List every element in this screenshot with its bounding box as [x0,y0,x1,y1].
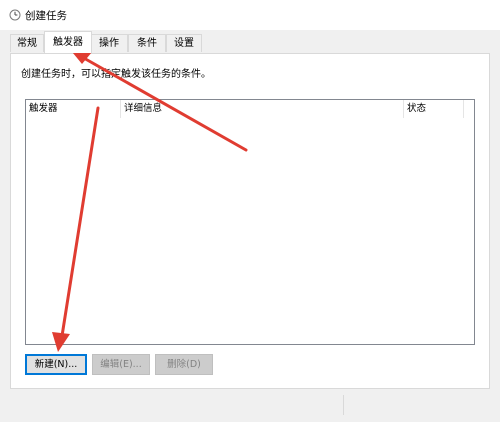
delete-trigger-button[interactable]: 删除(D) [155,354,213,375]
column-header-details[interactable]: 详细信息 [121,100,404,118]
tab-settings[interactable]: 设置 [166,34,202,52]
tab-triggers[interactable]: 触发器 [44,31,92,53]
list-header: 触发器 详细信息 状态 [26,100,474,118]
triggers-description: 创建任务时，可以指定触发该任务的条件。 [21,69,211,80]
footer-divider [343,395,344,415]
edit-trigger-button[interactable]: 编辑(E)... [92,354,150,375]
triggers-list[interactable]: 触发器 详细信息 状态 [25,99,475,345]
tab-actions[interactable]: 操作 [90,34,128,52]
dialog-footer [0,389,500,422]
new-trigger-button[interactable]: 新建(N)... [25,354,87,375]
window-title: 创建任务 [25,10,67,22]
tab-conditions[interactable]: 条件 [128,34,166,52]
clock-icon [9,9,21,21]
title-bar: 创建任务 [0,0,500,30]
triggers-panel: 创建任务时，可以指定触发该任务的条件。 触发器 详细信息 状态 新建(N)...… [10,53,490,389]
column-header-status[interactable]: 状态 [404,100,464,118]
tab-general[interactable]: 常规 [10,34,44,52]
create-task-window: 创建任务 常规 触发器 操作 条件 设置 创建任务时，可以指定触发该任务的条件。… [0,0,500,422]
column-header-trigger[interactable]: 触发器 [26,100,121,118]
